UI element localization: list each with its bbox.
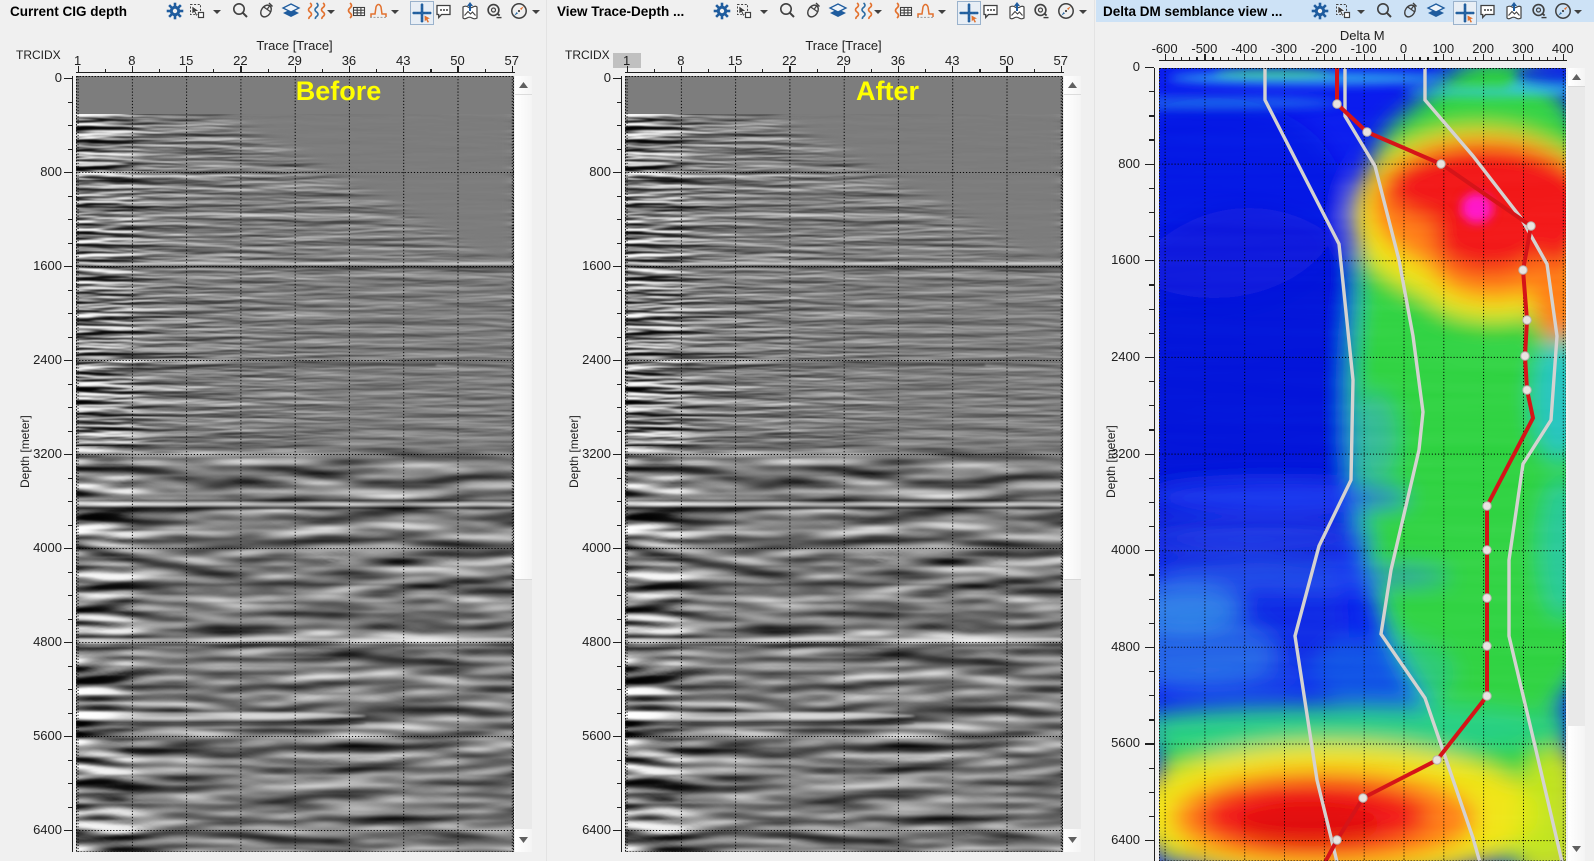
svg-text:Before: Before (295, 76, 381, 106)
svg-text:After: After (855, 76, 918, 106)
